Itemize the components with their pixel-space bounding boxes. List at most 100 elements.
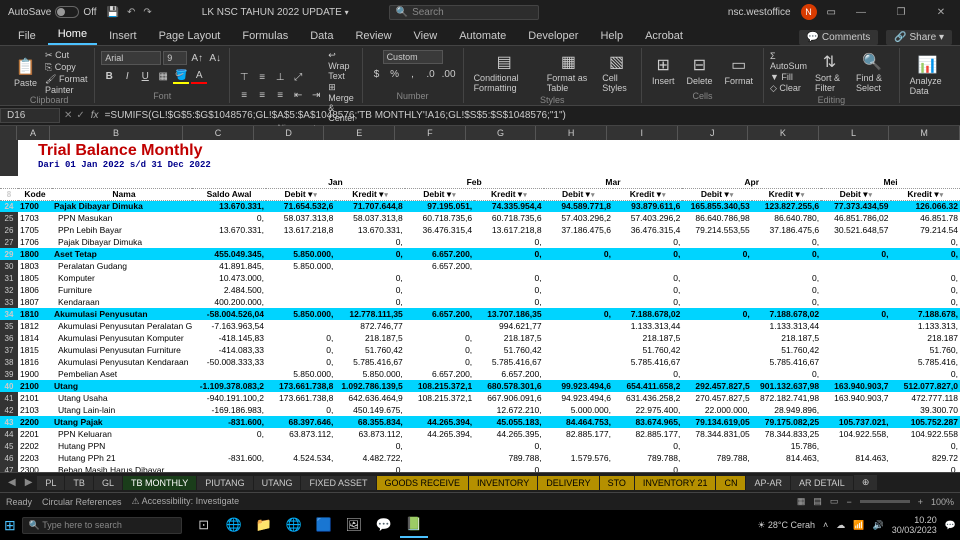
format-painter-button[interactable]: 🖌 Format Painter bbox=[45, 74, 88, 95]
number-format-select[interactable]: Custom bbox=[383, 50, 443, 64]
comma-icon[interactable]: , bbox=[405, 66, 421, 82]
autosave-toggle[interactable] bbox=[55, 6, 79, 18]
photos-icon[interactable]: 🖼 bbox=[340, 512, 368, 538]
ribbon-tab-formulas[interactable]: Formulas bbox=[232, 27, 298, 45]
underline-button[interactable]: U bbox=[137, 68, 153, 84]
status-accessibility[interactable]: ⚠ Accessibility: Investigate bbox=[132, 496, 240, 507]
col-header-C[interactable]: C bbox=[183, 126, 254, 140]
view-layout-icon[interactable]: ▤ bbox=[813, 496, 822, 507]
row-header[interactable]: 46 bbox=[0, 452, 18, 464]
ribbon-tab-review[interactable]: Review bbox=[345, 27, 401, 45]
col-header-A[interactable]: A bbox=[17, 126, 49, 140]
font-size-select[interactable]: 9 bbox=[163, 51, 187, 65]
user-avatar[interactable]: N bbox=[801, 4, 817, 20]
increase-decimal-icon[interactable]: .0 bbox=[423, 66, 439, 82]
excel-taskbar-icon[interactable]: 📗 bbox=[400, 512, 428, 538]
font-color-button[interactable]: A bbox=[191, 68, 207, 84]
format-as-table-button[interactable]: ▦Format as Table bbox=[543, 50, 595, 95]
comments-button[interactable]: 💬 Comments bbox=[799, 30, 879, 45]
task-view-icon[interactable]: ⊡ bbox=[190, 512, 218, 538]
close-button[interactable]: ✕ bbox=[926, 7, 956, 18]
whatsapp-icon[interactable]: 💬 bbox=[370, 512, 398, 538]
month-header[interactable]: Mar bbox=[544, 176, 683, 188]
row-header[interactable]: 44 bbox=[0, 428, 18, 440]
row-header[interactable]: 34 bbox=[0, 308, 18, 320]
taskbar-search[interactable]: 🔍 Type here to search bbox=[22, 517, 182, 534]
month-header[interactable]: Feb bbox=[405, 176, 544, 188]
new-sheet-button[interactable]: ⊕ bbox=[854, 475, 878, 490]
sort-filter-button[interactable]: ⇅Sort & Filter bbox=[811, 50, 848, 95]
filter-kredit[interactable]: Kredit ▾ bbox=[891, 188, 960, 200]
zoom-slider[interactable] bbox=[860, 500, 910, 503]
view-pagebreak-icon[interactable]: ▭ bbox=[830, 496, 839, 507]
row-header[interactable]: 25 bbox=[0, 212, 18, 224]
document-name[interactable]: LK NSC TAHUN 2022 UPDATE bbox=[202, 7, 342, 18]
sheet-nav-prev[interactable]: ◀ bbox=[4, 477, 20, 488]
ribbon-tab-help[interactable]: Help bbox=[590, 27, 633, 45]
user-name[interactable]: nsc.westoffice bbox=[728, 7, 791, 18]
cut-button[interactable]: ✂ Cut bbox=[45, 50, 88, 61]
col-header-E[interactable]: E bbox=[324, 126, 395, 140]
indent-increase-icon[interactable]: ⇥ bbox=[308, 88, 324, 104]
col-header-L[interactable]: L bbox=[819, 126, 890, 140]
row-header[interactable]: 24 bbox=[0, 200, 18, 212]
row-header[interactable]: 33 bbox=[0, 296, 18, 308]
undo-icon[interactable]: ↶ bbox=[127, 7, 135, 18]
cell-styles-button[interactable]: ▧Cell Styles bbox=[598, 50, 635, 95]
align-top-icon[interactable]: ⊤ bbox=[236, 70, 252, 86]
tray-up-icon[interactable]: ˄ bbox=[823, 520, 828, 530]
col-header-I[interactable]: I bbox=[607, 126, 678, 140]
sheet-tab-inventory-21[interactable]: INVENTORY 21 bbox=[635, 476, 716, 490]
chrome-icon[interactable]: 🌐 bbox=[220, 512, 248, 538]
font-name-select[interactable]: Arial bbox=[101, 51, 161, 65]
decrease-font-icon[interactable]: A↓ bbox=[207, 50, 223, 66]
row-header[interactable]: 38 bbox=[0, 356, 18, 368]
row-header[interactable]: 31 bbox=[0, 272, 18, 284]
fill-color-button[interactable]: 🪣 bbox=[173, 68, 189, 84]
sheet-tab-fixed-asset[interactable]: FIXED ASSET bbox=[301, 476, 375, 490]
sheet-tab-tb-monthly[interactable]: TB MONTHLY bbox=[123, 476, 196, 490]
border-button[interactable]: ▦ bbox=[155, 68, 171, 84]
row-header[interactable]: 37 bbox=[0, 344, 18, 356]
row-header[interactable]: 30 bbox=[0, 260, 18, 272]
save-icon[interactable]: 💾 bbox=[107, 7, 119, 18]
wifi-icon[interactable]: 📶 bbox=[853, 520, 864, 531]
sheet-tab-tb[interactable]: TB bbox=[65, 476, 93, 490]
row-header[interactable]: 42 bbox=[0, 404, 18, 416]
sheet-tab-ar-detail[interactable]: AR DETAIL bbox=[791, 476, 853, 490]
enter-formula-icon[interactable]: ✓ bbox=[76, 110, 84, 121]
find-select-button[interactable]: 🔍Find & Select bbox=[852, 50, 893, 95]
row-header[interactable]: 29 bbox=[0, 248, 18, 260]
filter-debit[interactable]: Debit ▾ bbox=[544, 188, 613, 200]
copy-button[interactable]: ⎘ Copy bbox=[45, 62, 88, 73]
insert-cells-button[interactable]: ⊞Insert bbox=[648, 53, 679, 88]
filter-debit[interactable]: Debit ▾ bbox=[821, 188, 890, 200]
row-header[interactable]: 41 bbox=[0, 392, 18, 404]
cancel-formula-icon[interactable]: ✕ bbox=[64, 110, 72, 121]
clock[interactable]: 10.2030/03/2023 bbox=[892, 515, 937, 535]
fx-icon[interactable]: fx bbox=[91, 110, 99, 121]
row-header[interactable]: 26 bbox=[0, 224, 18, 236]
fill-button[interactable]: ▼ Fill bbox=[770, 72, 807, 82]
autosum-button[interactable]: Σ AutoSum bbox=[770, 51, 807, 71]
currency-icon[interactable]: $ bbox=[369, 66, 385, 82]
ribbon-tab-page-layout[interactable]: Page Layout bbox=[149, 27, 231, 45]
ribbon-tab-automate[interactable]: Automate bbox=[449, 27, 516, 45]
col-header-B[interactable]: B bbox=[50, 126, 184, 140]
orientation-icon[interactable]: ⤢ bbox=[290, 70, 306, 86]
sheet-tab-sto[interactable]: STO bbox=[600, 476, 634, 490]
month-header[interactable]: Mei bbox=[821, 176, 960, 188]
ribbon-tab-insert[interactable]: Insert bbox=[99, 27, 147, 45]
header-nama[interactable]: Nama bbox=[52, 188, 192, 200]
bold-button[interactable]: B bbox=[101, 68, 117, 84]
clear-button[interactable]: ◇ Clear bbox=[770, 83, 807, 94]
redo-icon[interactable]: ↷ bbox=[143, 7, 151, 18]
status-circular[interactable]: Circular References bbox=[42, 497, 122, 507]
month-header[interactable]: Apr bbox=[682, 176, 821, 188]
align-right-icon[interactable]: ≡ bbox=[272, 88, 288, 104]
col-header-F[interactable]: F bbox=[395, 126, 466, 140]
row-header[interactable]: 36 bbox=[0, 332, 18, 344]
ribbon-tab-acrobat[interactable]: Acrobat bbox=[635, 27, 693, 45]
percent-icon[interactable]: % bbox=[387, 66, 403, 82]
wrap-text-button[interactable]: ↩ Wrap Text bbox=[328, 50, 355, 81]
